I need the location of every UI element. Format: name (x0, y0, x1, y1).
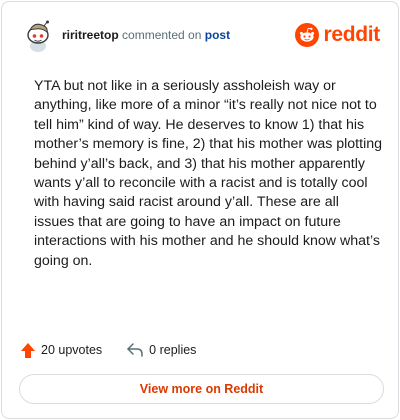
byline-verb: commented on (122, 28, 202, 42)
comment-header: riritreetop commented on post reddit (2, 2, 398, 64)
comment-byline: riritreetop commented on post (62, 28, 230, 42)
reply-stat[interactable]: 0 replies (126, 342, 196, 358)
reddit-snoo-icon (295, 23, 320, 47)
reddit-comment-embed: riritreetop commented on post reddit YTA… (1, 1, 399, 419)
upvote-arrow-icon (21, 342, 35, 358)
user-avatar[interactable] (22, 20, 54, 52)
comment-stats: 20 upvotes 0 replies (20, 340, 196, 360)
view-more-button[interactable]: View more on Reddit (19, 374, 384, 404)
username-link[interactable]: riritreetop (62, 28, 119, 42)
reply-count: 0 replies (149, 343, 197, 357)
snoo-avatar-icon (27, 20, 49, 52)
reply-arrow-icon (127, 343, 143, 357)
post-link[interactable]: post (205, 28, 230, 42)
reddit-wordmark: reddit (323, 23, 380, 46)
upvote-count: 20 upvotes (41, 343, 103, 357)
reddit-logo[interactable]: reddit (295, 22, 380, 48)
upvote-stat[interactable]: 20 upvotes (20, 342, 102, 359)
comment-body: YTA but not like in a seriously assholei… (34, 78, 382, 269)
